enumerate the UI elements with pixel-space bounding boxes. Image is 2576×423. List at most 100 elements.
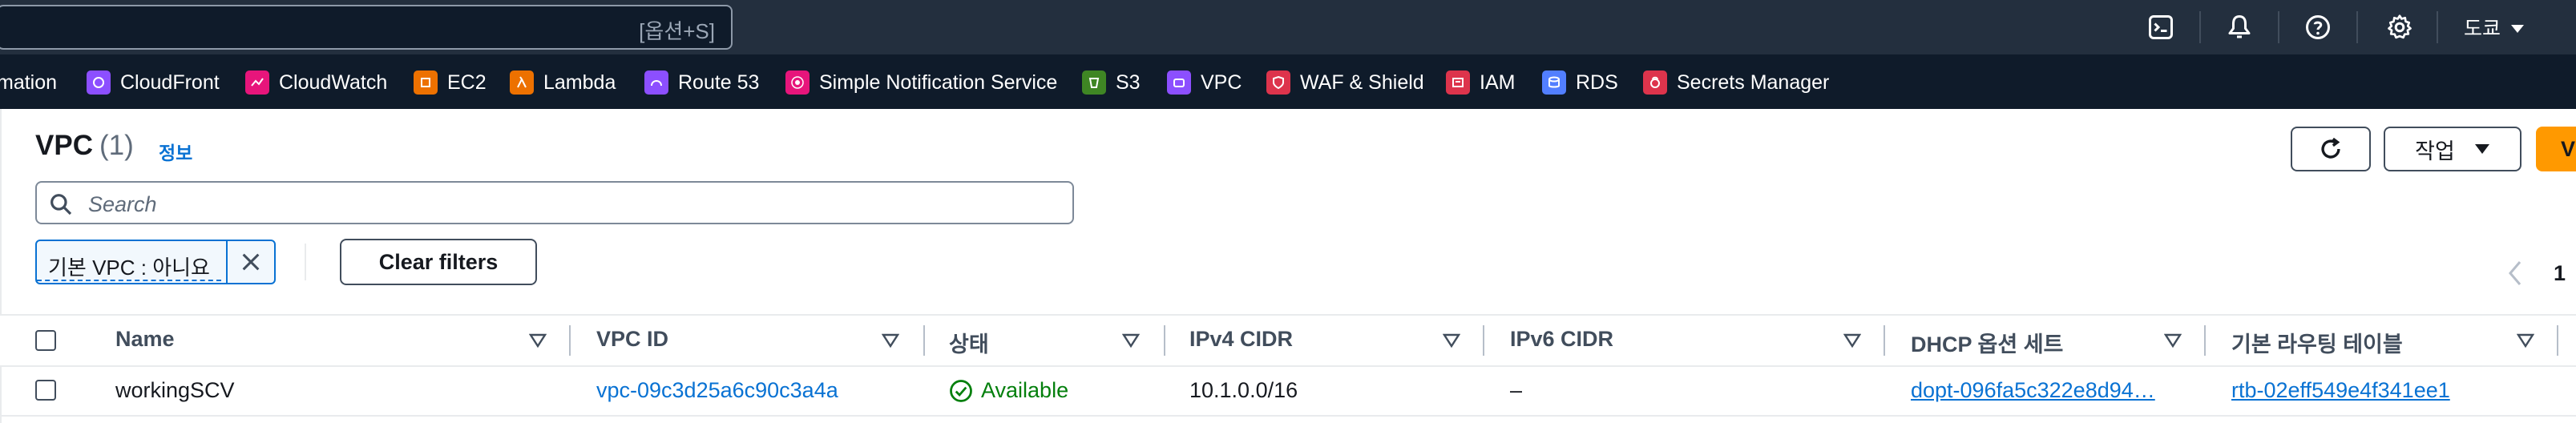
actions-dropdown-button[interactable]: 작업 [2384, 127, 2521, 171]
row-select-checkbox[interactable] [35, 380, 56, 401]
service-shortcut-lambda[interactable]: Lambda [510, 69, 616, 96]
service-label: Lambda [543, 70, 616, 94]
service-shortcut-iam[interactable]: IAM [1446, 69, 1515, 96]
page-title: VPC (1) [35, 130, 134, 162]
caret-down-icon [2474, 144, 2489, 154]
top-navigation-bar: [옵션+S] 도쿄 [0, 0, 2576, 54]
resource-count: (1) [99, 130, 134, 161]
service-label: Route 53 [678, 70, 760, 94]
service-shortcut-rds[interactable]: RDS [1542, 69, 1618, 96]
column-header-ipv6-cidr[interactable]: IPv6 CIDR [1510, 327, 1613, 352]
service-shortcut-s3[interactable]: S3 [1082, 69, 1141, 96]
search-input[interactable]: Search [35, 181, 1074, 224]
service-shortcut-sns[interactable]: Simple Notification Service [785, 69, 1057, 96]
cell-ipv4-cidr: 10.1.0.0/16 [1189, 378, 1298, 402]
divider [305, 244, 306, 280]
table-header: Name VPC ID 상태 IPv4 CIDR IPv6 CIDR DHCP … [0, 314, 2576, 367]
column-resizer[interactable] [923, 325, 925, 356]
cloudwatch-icon [245, 70, 269, 95]
divider [2278, 11, 2279, 43]
column-resizer[interactable] [1164, 325, 1165, 356]
sort-caret-icon[interactable] [529, 333, 547, 348]
column-resizer[interactable] [1884, 325, 1885, 356]
page-title-text: VPC [35, 130, 93, 161]
region-label: 도쿄 [2464, 18, 2501, 40]
ec2-icon [414, 70, 438, 95]
remove-filter-button[interactable] [226, 241, 274, 283]
service-shortcut-cloudfront[interactable]: CloudFront [87, 69, 220, 96]
secrets-manager-icon [1643, 70, 1667, 95]
pagination-prev-icon[interactable] [2505, 260, 2525, 287]
column-resizer[interactable] [569, 325, 571, 356]
success-check-icon [950, 379, 972, 402]
pagination-current-page[interactable]: 1 [2554, 261, 2566, 286]
service-shortcut-secrets-manager[interactable]: Secrets Manager [1643, 69, 1829, 96]
help-icon[interactable] [2302, 11, 2334, 43]
vpc-list-panel: VPC (1) 정보 작업 V Search 기본 VPC : 아니요 Clear… [0, 109, 2576, 423]
rds-icon [1542, 70, 1566, 95]
info-link[interactable]: 정보 [159, 138, 192, 165]
service-shortcut-automation[interactable]: mation [0, 69, 57, 96]
service-shortcut-route53[interactable]: Route 53 [644, 69, 759, 96]
notifications-bell-icon[interactable] [2223, 11, 2255, 43]
cell-vpc-id-link[interactable]: vpc-09c3d25a6c90c3a4a [596, 378, 838, 403]
sort-caret-icon[interactable] [1122, 333, 1140, 348]
cloudfront-icon [87, 70, 111, 95]
filter-token[interactable]: 기본 VPC : 아니요 [35, 240, 276, 284]
services-favorites-bar: mation CloudFront CloudWatch EC2 Lambda … [0, 54, 2576, 110]
global-search-input[interactable]: [옵션+S] [0, 5, 733, 50]
column-resizer[interactable] [2557, 325, 2558, 356]
service-label: IAM [1480, 70, 1516, 94]
create-vpc-button[interactable]: V [2536, 127, 2576, 171]
cell-main-route-table-link[interactable]: rtb-02eff549e4f341ee1 [2231, 378, 2450, 403]
search-placeholder: Search [88, 192, 157, 216]
column-header-ipv4-cidr[interactable]: IPv4 CIDR [1189, 327, 1293, 352]
iam-icon [1446, 70, 1470, 95]
column-header-name[interactable]: Name [115, 327, 175, 352]
search-shortcut-hint: [옵션+S] [639, 19, 715, 43]
service-label: RDS [1576, 70, 1618, 94]
sort-caret-icon[interactable] [882, 333, 899, 348]
sort-caret-icon[interactable] [1443, 333, 1460, 348]
actions-label: 작업 [2415, 139, 2455, 163]
route53-icon [644, 70, 668, 95]
column-header-dhcp-option-set[interactable]: DHCP 옵션 세트 [1911, 327, 2063, 358]
service-shortcut-ec2[interactable]: EC2 [414, 69, 487, 96]
divider [2437, 11, 2438, 43]
divider [2356, 11, 2358, 43]
column-header-status[interactable]: 상태 [949, 327, 989, 358]
select-all-checkbox[interactable] [35, 330, 56, 351]
service-label: S3 [1116, 70, 1141, 94]
service-label: EC2 [447, 70, 487, 94]
sns-icon [785, 70, 810, 95]
refresh-button[interactable] [2291, 127, 2371, 171]
column-resizer[interactable] [1483, 325, 1484, 356]
create-vpc-label: V [2560, 136, 2575, 161]
service-label: VPC [1201, 70, 1242, 94]
status-text: Available [981, 378, 1069, 402]
settings-gear-icon[interactable] [2384, 11, 2416, 43]
service-shortcut-waf-shield[interactable]: WAF & Shield [1266, 69, 1424, 96]
column-header-main-route-table[interactable]: 기본 라우팅 테이블 [2231, 327, 2403, 358]
clear-filters-button[interactable]: Clear filters [340, 239, 537, 285]
service-shortcut-cloudwatch[interactable]: CloudWatch [245, 69, 387, 96]
sort-caret-icon[interactable] [2517, 333, 2534, 348]
column-resizer[interactable] [2204, 325, 2206, 356]
cloudshell-icon[interactable] [2145, 11, 2177, 43]
clear-filters-label: Clear filters [378, 249, 499, 274]
service-label: Secrets Manager [1677, 70, 1830, 94]
cell-dhcp-option-set-link[interactable]: dopt-096fa5c322e8d94… [1911, 378, 2155, 403]
service-shortcut-vpc[interactable]: VPC [1167, 69, 1242, 96]
sort-caret-icon[interactable] [1843, 333, 1861, 348]
service-label: WAF & Shield [1300, 70, 1424, 94]
filter-token-label[interactable]: 기본 VPC : 아니요 [37, 243, 221, 281]
table-row[interactable]: workingSCV vpc-09c3d25a6c90c3a4a Availab… [0, 365, 2576, 417]
service-label: CloudFront [120, 70, 220, 94]
sort-caret-icon[interactable] [2164, 333, 2182, 348]
column-header-vpc-id[interactable]: VPC ID [596, 327, 668, 352]
service-label: mation [0, 70, 58, 94]
caret-down-icon [2510, 16, 2525, 39]
waf-shield-icon [1266, 70, 1290, 95]
region-selector[interactable]: 도쿄 [2464, 13, 2525, 42]
divider [2199, 11, 2201, 43]
